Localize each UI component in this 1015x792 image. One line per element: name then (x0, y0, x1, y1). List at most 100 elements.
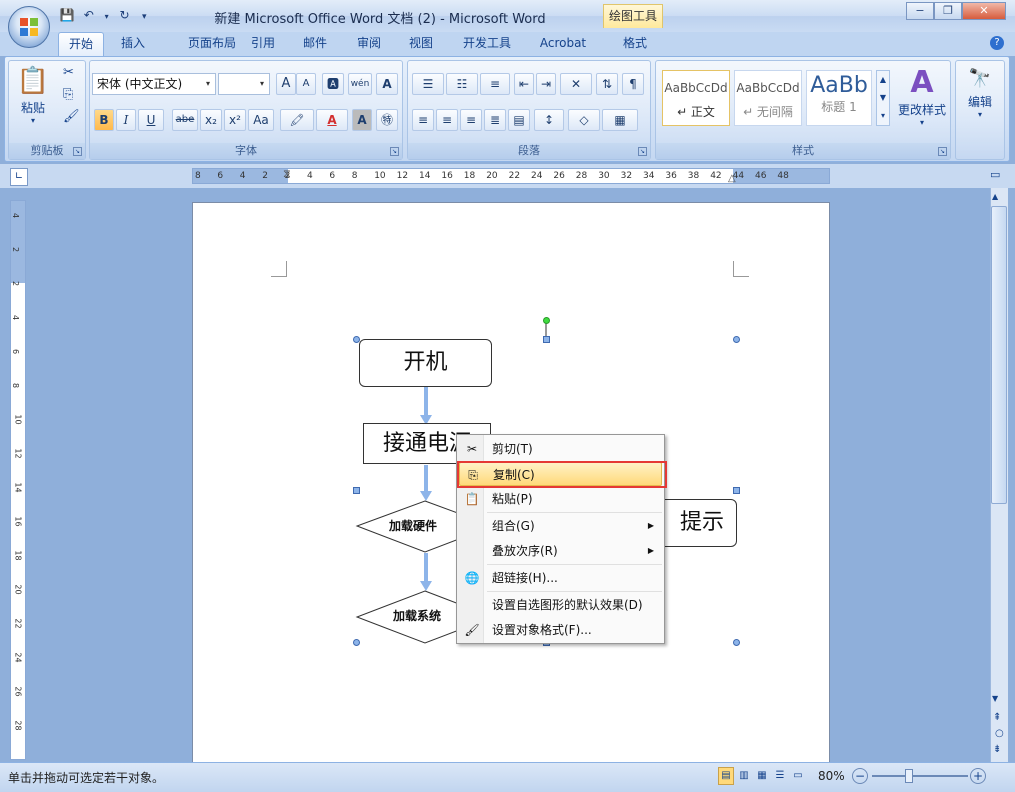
tab-format[interactable]: 格式 (612, 32, 658, 56)
paste-button[interactable]: 📋 粘贴 ▾ (15, 63, 51, 131)
font-size-combo[interactable]: ▾ (218, 73, 270, 95)
font-name-combo[interactable]: 宋体 (中文正文) ▾ (92, 73, 216, 95)
indent-marker[interactable]: ⧖ (283, 167, 291, 181)
tab-insert[interactable]: 插入 (110, 32, 156, 56)
borders-icon[interactable]: ▦ (602, 109, 638, 131)
font-launcher-icon[interactable]: ↘ (390, 147, 399, 156)
bullets-icon[interactable]: ☰ (412, 73, 444, 95)
menu-item-order[interactable]: 叠放次序(R) ▶ (459, 539, 662, 563)
highlight-color-icon[interactable]: 🖍 (280, 109, 314, 131)
view-ruler-icon[interactable]: ▭ (990, 168, 1006, 186)
change-styles-button[interactable]: A 更改样式 ▾ (894, 65, 950, 127)
tab-references[interactable]: 引用 (240, 32, 286, 56)
line-spacing-icon[interactable]: ↕ (534, 109, 564, 131)
tab-selector[interactable]: ∟ (10, 168, 28, 186)
scroll-down-icon[interactable]: ▼ (992, 694, 998, 703)
print-layout-icon[interactable]: ▤ (718, 767, 734, 785)
help-icon[interactable]: ? (990, 36, 1004, 50)
show-marks-icon[interactable]: ¶ (622, 73, 644, 95)
prev-page-icon[interactable]: ⇞ (993, 712, 1001, 723)
next-page-icon[interactable]: ⇟ (993, 744, 1001, 755)
draft-icon[interactable]: ▭ (790, 767, 806, 785)
phonetic-guide-button[interactable]: wén (348, 73, 372, 95)
menu-item-format-object[interactable]: 🖌 设置对象格式(F)... (459, 618, 662, 642)
zoom-in-icon[interactable]: + (970, 768, 986, 784)
tab-view[interactable]: 视图 (398, 32, 444, 56)
rotate-handle[interactable] (543, 317, 550, 324)
clipboard-launcher-icon[interactable]: ↘ (73, 147, 82, 156)
shading-icon[interactable]: ◇ (568, 109, 600, 131)
bold-button[interactable]: B (94, 109, 114, 131)
superscript-button[interactable]: x² (224, 109, 246, 131)
grow-font-button[interactable]: A (276, 73, 296, 95)
menu-item-paste[interactable]: 📋 粘贴(P) (459, 487, 662, 511)
zoom-out-icon[interactable]: − (852, 768, 868, 784)
justify-icon[interactable]: ≣ (484, 109, 506, 131)
flow-node-load-hardware[interactable]: 加载硬件 (389, 517, 437, 534)
tab-review[interactable]: 审阅 (346, 32, 392, 56)
sort-icon[interactable]: ⇅ (596, 73, 618, 95)
enclose-characters-icon[interactable]: ㊕ (376, 109, 398, 131)
cut-icon[interactable]: ✂ (63, 65, 74, 80)
increase-indent-icon[interactable]: ⇥ (536, 73, 556, 95)
menu-item-group[interactable]: 组合(G) ▶ (459, 514, 662, 538)
selection-handle[interactable] (353, 336, 360, 343)
selection-handle[interactable] (543, 336, 550, 343)
shrink-font-button[interactable]: A (296, 73, 316, 95)
character-border-button[interactable]: A (376, 73, 398, 95)
web-layout-icon[interactable]: ▦ (754, 767, 770, 785)
tab-mailings[interactable]: 邮件 (292, 32, 338, 56)
styles-launcher-icon[interactable]: ↘ (938, 147, 947, 156)
align-left-icon[interactable]: ≡ (412, 109, 434, 131)
menu-item-cut[interactable]: ✂ 剪切(T) (459, 437, 662, 461)
multilevel-list-icon[interactable]: ≡ (480, 73, 510, 95)
tab-acrobat[interactable]: Acrobat (530, 32, 596, 56)
close-button[interactable]: ✕ (962, 2, 1006, 20)
selection-handle[interactable] (353, 487, 360, 494)
decrease-indent-icon[interactable]: ⇤ (514, 73, 534, 95)
selection-handle[interactable] (733, 639, 740, 646)
flow-node-power-on[interactable]: 开机 (359, 339, 492, 387)
zoom-slider-thumb[interactable] (904, 769, 913, 783)
clear-formatting-icon[interactable]: 🅰 (322, 73, 344, 95)
paragraph-launcher-icon[interactable]: ↘ (638, 147, 647, 156)
style-heading-1[interactable]: AaBb 标题 1 (806, 70, 872, 126)
scroll-up-icon[interactable]: ▲ (992, 192, 998, 201)
flow-node-load-system[interactable]: 加载系统 (393, 607, 441, 624)
character-shading-icon[interactable]: A (352, 109, 372, 131)
selection-handle[interactable] (733, 336, 740, 343)
strikethrough-button[interactable]: abe (172, 109, 198, 131)
distributed-icon[interactable]: ▤ (508, 109, 530, 131)
scrollbar-thumb[interactable] (991, 206, 1007, 504)
numbering-icon[interactable]: ☷ (446, 73, 478, 95)
browse-object-icon[interactable]: ○ (995, 728, 1004, 739)
format-painter-icon[interactable]: 🖌 (63, 109, 80, 124)
restore-button[interactable]: ❐ (934, 2, 962, 20)
align-right-icon[interactable]: ≡ (460, 109, 482, 131)
change-case-button[interactable]: Aa (248, 109, 274, 131)
subscript-button[interactable]: x₂ (200, 109, 222, 131)
style-no-spacing[interactable]: AaBbCcDd ↵ 无间隔 (734, 70, 802, 126)
outline-icon[interactable]: ☰ (772, 767, 788, 785)
menu-item-hyperlink[interactable]: 🌐 超链接(H)... (459, 566, 662, 590)
selection-handle[interactable] (353, 639, 360, 646)
italic-button[interactable]: I (116, 109, 136, 131)
right-indent-marker[interactable]: △ (728, 173, 736, 184)
zoom-slider[interactable] (872, 775, 968, 777)
chinese-layout-icon[interactable]: ✕ (560, 73, 592, 95)
vertical-ruler[interactable]: 4 2 2 4 6 8 10 12 14 16 18 20 22 24 26 28 (10, 200, 26, 760)
editing-button[interactable]: 🔭 编辑 ▾ (956, 65, 1004, 119)
styles-scroll[interactable]: ▲ ▼ ▾ (876, 70, 890, 126)
tab-developer[interactable]: 开发工具 (452, 32, 522, 56)
copy-icon[interactable]: ⎘ (63, 87, 73, 102)
office-button[interactable] (8, 6, 50, 48)
style-normal[interactable]: AaBbCcDd ↵ 正文 (662, 70, 730, 126)
menu-item-set-default-shape[interactable]: 设置自选图形的默认效果(D) (459, 593, 662, 617)
minimize-button[interactable]: − (906, 2, 934, 20)
full-screen-reading-icon[interactable]: ▥ (736, 767, 752, 785)
selection-handle[interactable] (733, 487, 740, 494)
align-center-icon[interactable]: ≡ (436, 109, 458, 131)
tab-home[interactable]: 开始 (58, 32, 104, 56)
zoom-level[interactable]: 80% (818, 769, 845, 783)
font-color-icon[interactable]: A (316, 109, 348, 131)
